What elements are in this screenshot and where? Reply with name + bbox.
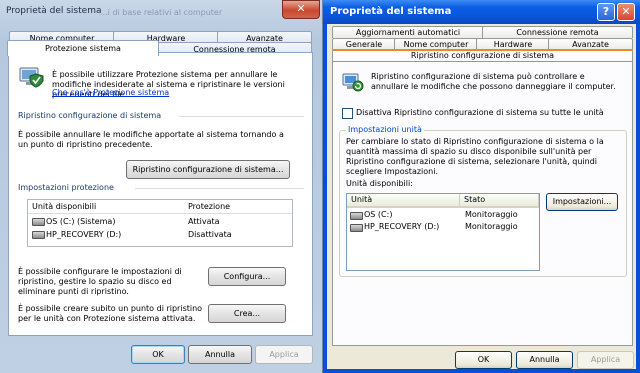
drive-icon <box>350 212 363 220</box>
intro-text: Ripristino configurazione di sistema può… <box>371 72 616 91</box>
system-restore-icon <box>341 70 365 94</box>
restore-group-label: Ripristino configurazione di sistema <box>18 111 162 120</box>
list-item[interactable]: HP_RECOVERY (D:) Monitoraggio <box>347 222 537 233</box>
system-properties-window-right: Proprietà del sistema ? ✕ Aggiornamenti … <box>323 0 640 373</box>
window-client: Aggiornamenti automatici Connessione rem… <box>327 24 636 369</box>
drive-icon <box>350 224 363 232</box>
group-separator <box>135 188 304 189</box>
drives-list: Unità Stato OS (C:) Monitoraggio HP_RECO… <box>346 193 540 271</box>
window-title: Proprietà del sistema <box>6 6 102 16</box>
tab-panel: È possibile utilizzare Protezione sistem… <box>8 52 313 336</box>
close-button[interactable]: ✕ <box>282 0 320 19</box>
configure-text: È possibile configurare le impostazioni … <box>18 267 182 296</box>
apply-button[interactable]: Applica <box>255 345 313 364</box>
disable-restore-checkbox[interactable] <box>342 108 353 119</box>
header-separator <box>28 213 292 214</box>
configure-button[interactable]: Configura... <box>208 267 286 286</box>
drive-name: OS (C:) <box>364 210 393 219</box>
title-bar: Proprietà del sistema ? ✕ <box>323 0 640 24</box>
drives-table: Unità disponibili Protezione OS (C:) (Si… <box>27 199 293 247</box>
apply-button[interactable]: Applica <box>577 351 634 369</box>
drive-settings-group-label: Impostazioni unità <box>346 125 424 134</box>
settings-button[interactable]: Impostazioni... <box>546 193 618 211</box>
ok-button[interactable]: OK <box>131 345 185 364</box>
column-header-status[interactable]: Stato <box>460 194 539 208</box>
table-row[interactable]: OS (C:) (Sistema) Attivata <box>28 216 292 228</box>
tab-ripristino-configurazione[interactable]: Ripristino configurazione di sistema <box>332 49 633 61</box>
drive-icon <box>32 231 45 239</box>
drive-name: OS (C:) (Sistema) <box>46 217 116 226</box>
column-header-protection[interactable]: Protezione <box>188 202 230 211</box>
system-protection-icon <box>19 65 45 89</box>
list-item[interactable]: OS (C:) Monitoraggio <box>347 210 537 221</box>
system-properties-window-left: Proprietà del sistema ...i di base relat… <box>0 0 323 373</box>
tab-protezione-sistema[interactable]: Protezione sistema <box>7 40 159 56</box>
system-drive-icon <box>32 218 45 226</box>
drive-status: Attivata <box>188 217 220 226</box>
cancel-button[interactable]: Annulla <box>188 345 252 364</box>
background-window-text: ...i di base relativi al computer <box>100 8 223 17</box>
drive-status: Monitoraggio <box>465 210 518 219</box>
help-button[interactable]: ? <box>597 3 615 21</box>
ok-button[interactable]: OK <box>455 351 512 369</box>
cancel-button[interactable]: Annulla <box>516 351 573 369</box>
drive-status: Monitoraggio <box>465 222 518 231</box>
settings-group-label: Impostazioni protezione <box>18 183 114 192</box>
restore-button[interactable]: Ripristino configurazione di sistema... <box>126 160 290 179</box>
disable-restore-label[interactable]: Disattiva Ripristino configurazione di s… <box>356 108 604 117</box>
create-button[interactable]: Crea... <box>208 304 286 323</box>
drive-name: HP_RECOVERY (D:) <box>364 222 440 231</box>
column-header-drive[interactable]: Unità <box>347 194 460 208</box>
create-text: È possibile creare subito un punto di ri… <box>18 304 203 323</box>
close-button[interactable]: ✕ <box>617 3 635 21</box>
drive-name: HP_RECOVERY (D:) <box>46 230 122 239</box>
tab-panel: Ripristino configurazione di sistema può… <box>332 61 633 346</box>
group-separator <box>179 116 304 117</box>
drive-status: Disattivata <box>188 230 232 239</box>
tab-connessione-remota[interactable]: Connessione remota <box>482 26 633 38</box>
window-title: Proprietà del sistema <box>330 6 452 17</box>
restore-text: È possibile annullare le modifiche appor… <box>18 130 284 149</box>
help-link[interactable]: Che cos'è Protezione sistema <box>52 88 169 97</box>
group-text: Per cambiare lo stato di Ripristino conf… <box>346 137 604 176</box>
column-header-drive[interactable]: Unità disponibili <box>32 202 96 211</box>
table-row[interactable]: HP_RECOVERY (D:) Disattivata <box>28 229 292 241</box>
tab-aggiornamenti-automatici[interactable]: Aggiornamenti automatici <box>332 26 484 38</box>
drives-label: Unità disponibili: <box>346 179 413 188</box>
